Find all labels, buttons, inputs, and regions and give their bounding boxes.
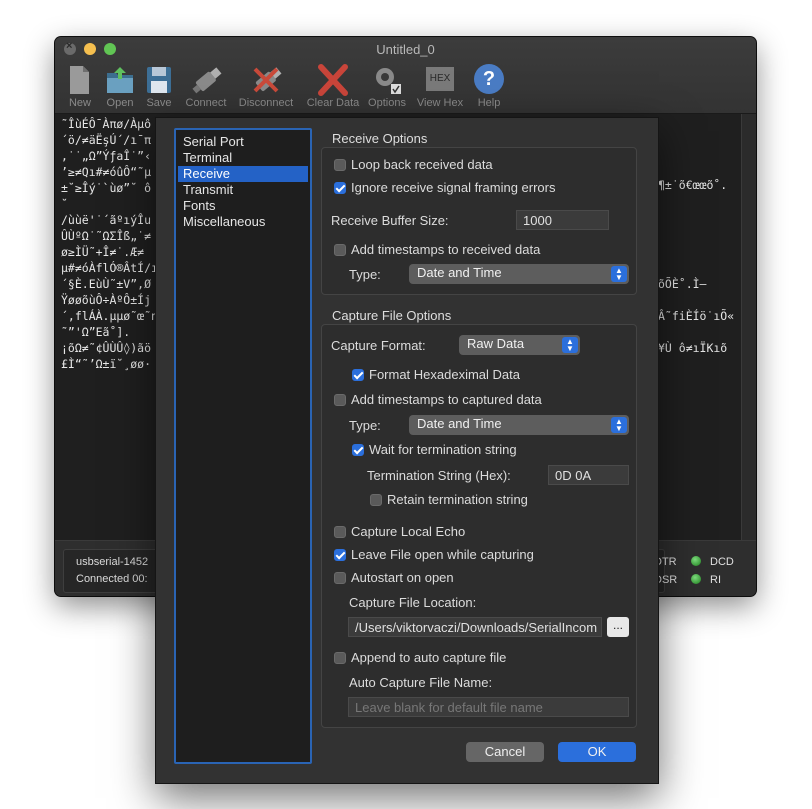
chevron-updown-icon: ▲ ▼ <box>611 266 627 282</box>
ignore-framing-checkbox[interactable] <box>334 182 346 194</box>
capture-timestamps-checkbox[interactable] <box>334 394 346 406</box>
buffer-size-label: Receive Buffer Size: <box>331 213 449 228</box>
connection-status: Connected 00: <box>76 573 148 585</box>
append-auto-label: Append to auto capture file <box>351 650 507 665</box>
auto-capture-name-label: Auto Capture File Name: <box>349 675 493 690</box>
ignore-framing-label: Ignore receive signal framing errors <box>351 180 556 195</box>
ri-label: RI <box>710 574 721 586</box>
terminal-fragment: ¥Ù ô≠ıÏKıõ <box>658 341 728 355</box>
window-title: Untitled_0 <box>376 42 435 57</box>
local-echo-label: Capture Local Echo <box>351 524 466 539</box>
chevron-updown-icon: ▲ ▼ <box>611 417 627 433</box>
terminal-fragment: õÕÈ˚.Ì– <box>658 277 707 291</box>
floppy-disk-icon <box>143 63 175 97</box>
capture-location-field[interactable]: /Users/viktorvaczi/Downloads/SerialIncom <box>348 617 602 637</box>
capture-location-label: Capture File Location: <box>349 595 477 610</box>
capture-format-label: Capture Format: <box>331 338 426 353</box>
receive-options-title: Receive Options <box>332 131 428 146</box>
port-name: usbserial-1452 <box>76 556 149 568</box>
dcd-label: DCD <box>710 556 734 568</box>
browse-location-button[interactable]: ... <box>607 617 629 637</box>
help-button[interactable]: ? Help <box>473 63 505 111</box>
sidebar-item-receive[interactable]: Receive <box>178 166 308 182</box>
options-sheet: Serial Port Terminal Receive Transmit Fo… <box>155 117 659 784</box>
append-auto-checkbox[interactable] <box>334 652 346 664</box>
format-hex-label: Format Hexadeximal Data <box>369 367 520 382</box>
sidebar-item-serial-port[interactable]: Serial Port <box>178 134 308 150</box>
capture-type-label: Type: <box>349 418 381 433</box>
gear-icon <box>365 63 409 97</box>
sidebar-item-miscellaneous[interactable]: Miscellaneous <box>178 214 308 230</box>
hex-icon: HEX <box>415 63 465 97</box>
autostart-checkbox[interactable] <box>334 572 346 584</box>
open-button[interactable]: Open <box>103 63 137 111</box>
autostart-label: Autostart on open <box>351 570 454 585</box>
options-category-list: Serial Port Terminal Receive Transmit Fo… <box>174 128 312 764</box>
local-echo-checkbox[interactable] <box>334 526 346 538</box>
auto-capture-name-field[interactable]: Leave blank for default file name <box>348 697 629 717</box>
termination-string-field[interactable]: 0D 0A <box>548 465 629 485</box>
capture-type-select[interactable]: Date and Time ▲ ▼ <box>409 415 629 435</box>
receive-type-label: Type: <box>349 267 381 282</box>
open-folder-icon <box>103 63 137 97</box>
loop-back-checkbox[interactable] <box>334 159 346 171</box>
capture-timestamps-label: Add timestamps to captured data <box>351 392 542 407</box>
capture-format-select[interactable]: Raw Data ▲ ▼ <box>459 335 580 355</box>
wait-termination-label: Wait for termination string <box>369 442 517 457</box>
chevron-updown-icon: ▲ ▼ <box>562 337 578 353</box>
sidebar-item-transmit[interactable]: Transmit <box>178 182 308 198</box>
receive-timestamps-checkbox[interactable] <box>334 244 346 256</box>
dcd-led-icon <box>691 556 701 566</box>
disconnect-button[interactable]: Disconnect <box>235 63 297 111</box>
wait-termination-checkbox[interactable] <box>352 444 364 456</box>
capture-options-group: Capture Format: Raw Data ▲ ▼ Format Hexad… <box>321 324 637 728</box>
cancel-button[interactable]: Cancel <box>466 742 544 762</box>
usb-plug-icon <box>182 63 230 97</box>
format-hex-checkbox[interactable] <box>352 369 364 381</box>
retain-termination-label: Retain termination string <box>387 492 528 507</box>
new-document-icon <box>65 63 95 97</box>
ri-led-icon <box>691 574 701 584</box>
buffer-size-field[interactable]: 1000 <box>516 210 609 230</box>
retain-termination-checkbox[interactable] <box>370 494 382 506</box>
leave-open-label: Leave File open while capturing <box>351 547 534 562</box>
clear-x-icon <box>303 63 363 97</box>
options-button[interactable]: Options <box>365 63 409 111</box>
disconnect-plug-icon <box>235 63 297 97</box>
receive-timestamps-label: Add timestamps to received data <box>351 242 541 257</box>
sidebar-item-fonts[interactable]: Fonts <box>178 198 308 214</box>
sidebar-item-terminal[interactable]: Terminal <box>178 150 308 166</box>
termination-string-label: Termination String (Hex): <box>367 468 511 483</box>
clear-data-button[interactable]: Clear Data <box>303 63 363 111</box>
capture-options-title: Capture File Options <box>332 308 452 323</box>
help-icon: ? <box>473 63 505 97</box>
terminal-fragment: Â˜fiÈÍö˙ıÕ« <box>658 309 735 323</box>
leave-open-checkbox[interactable] <box>334 549 346 561</box>
save-button[interactable]: Save <box>143 63 175 111</box>
view-hex-button[interactable]: HEX View Hex <box>415 63 465 111</box>
terminal-scrollbar[interactable] <box>741 114 756 540</box>
terminal-fragment: ¶±˙õ€œœõ˚. <box>658 178 728 192</box>
new-button[interactable]: New <box>65 63 95 111</box>
ok-button[interactable]: OK <box>558 742 636 762</box>
title-bar: Untitled_0 New Open <box>55 37 756 114</box>
receive-options-group: Loop back received data Ignore receive s… <box>321 147 637 295</box>
loop-back-label: Loop back received data <box>351 157 493 172</box>
receive-type-select[interactable]: Date and Time ▲ ▼ <box>409 264 629 284</box>
connect-button[interactable]: Connect <box>182 63 230 111</box>
